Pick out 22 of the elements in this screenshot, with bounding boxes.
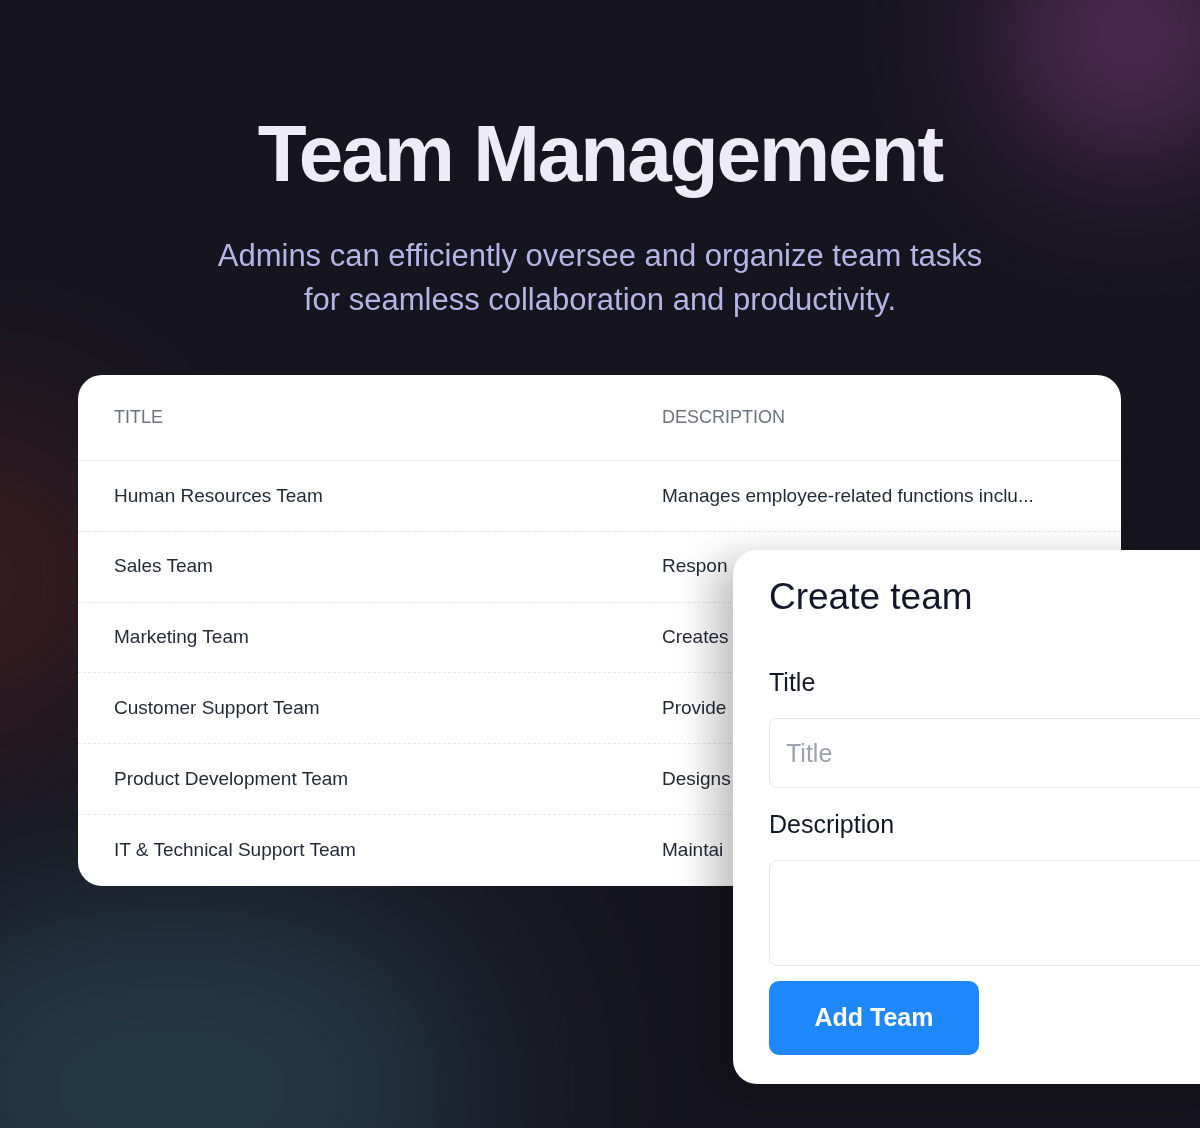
- column-header: DESCRIPTION: [662, 406, 785, 429]
- table-cell-text: Creates: [662, 625, 729, 650]
- add-team-button[interactable]: Add Team: [769, 981, 979, 1055]
- table-cell-text: Maintai: [662, 838, 724, 863]
- table-cell-text: IT & Technical Support Team: [114, 838, 357, 863]
- table-cell-text: Manages employee-related functions inclu...: [662, 483, 1034, 508]
- table-cell-text: Provide: [662, 696, 727, 721]
- field-label: Title: [769, 667, 817, 698]
- column-header: TITLE: [114, 406, 164, 429]
- page-subtitle: Admins can efficiently oversee and organize team tasks for seamless collaboration and productivity.: [217, 237, 983, 319]
- title-input[interactable]: Title: [769, 718, 1200, 788]
- table-cell-text: Designs: [662, 766, 731, 791]
- table-cell-text: Customer Support Team: [114, 696, 321, 721]
- table-cell-text: Marketing Team: [114, 625, 250, 650]
- page-heading: Team Management: [257, 108, 943, 200]
- dialog-title: Create team: [769, 576, 974, 618]
- table-cell-text: Human Resources Team: [114, 483, 324, 508]
- table-cell-text: Product Development Team: [114, 766, 350, 791]
- field-label: Description: [769, 809, 896, 840]
- table-cell-text: Respon: [662, 554, 728, 579]
- table-cell-text: Sales Team: [114, 554, 214, 579]
- description-input[interactable]: [769, 860, 1200, 966]
